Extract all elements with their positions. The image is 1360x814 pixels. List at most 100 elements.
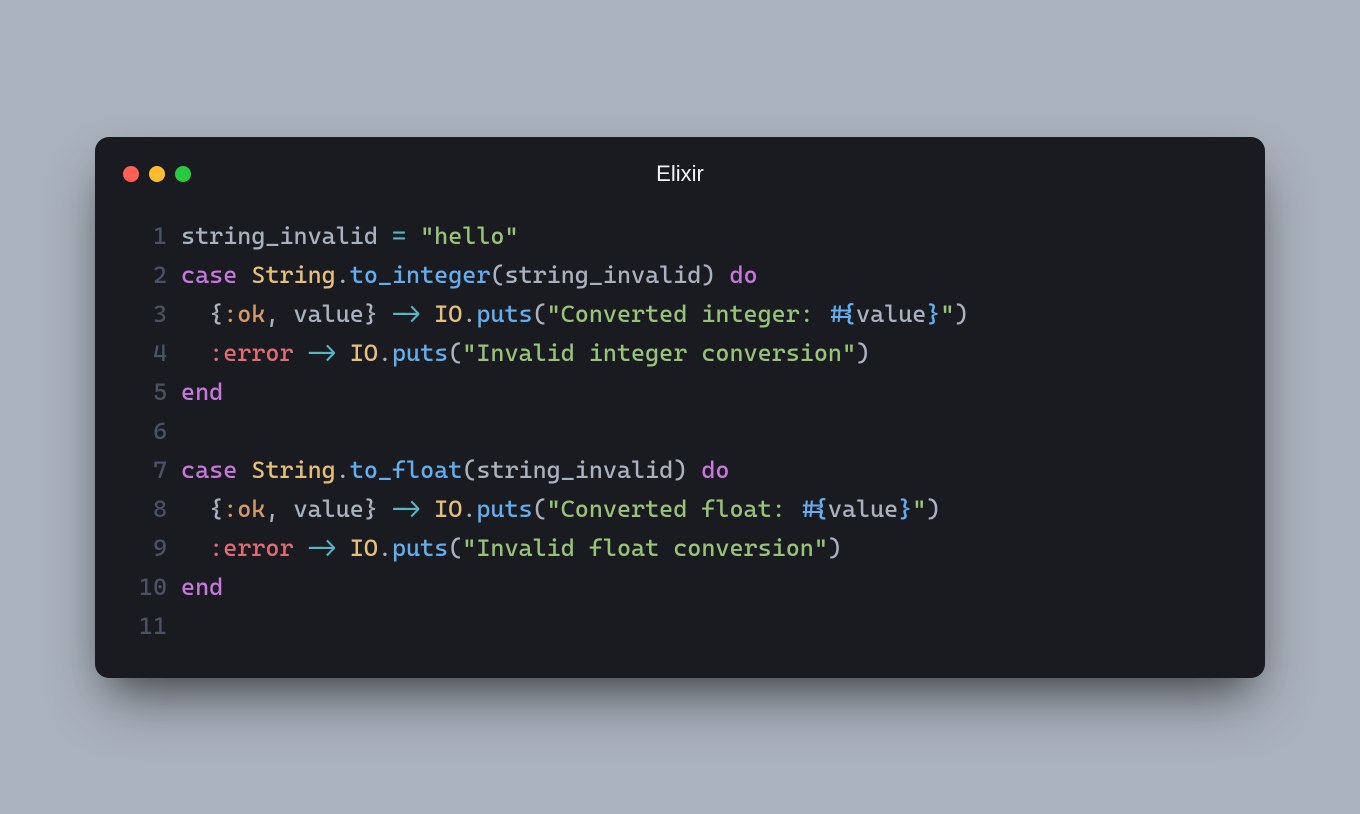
code-token [237,261,251,289]
code-token: value [279,495,363,523]
code-token: case [181,261,237,289]
code-token: IO [434,495,462,523]
code-content[interactable]: end [181,568,223,607]
code-line[interactable]: 11 [123,607,1237,646]
code-token [181,534,209,562]
code-token: do [729,261,757,289]
code-token: IO [434,300,462,328]
code-token [181,495,209,523]
code-token: value [279,300,363,328]
code-line[interactable]: 7 case String.to_float(string_invalid) do [123,451,1237,490]
code-token [181,339,209,367]
code-line[interactable]: 4 :error -> IO.puts("Invalid integer con… [123,334,1237,373]
code-token: to_integer [350,261,491,289]
code-token [237,456,251,484]
code-token: { [209,300,223,328]
code-content[interactable]: :error -> IO.puts("Invalid integer conve… [181,334,870,373]
code-token: . [336,456,350,484]
code-token: . [462,495,476,523]
code-token: } [898,495,912,523]
code-token: { [209,495,223,523]
code-token: String [251,261,335,289]
code-line[interactable]: 1 string_invalid = "hello" [123,217,1237,256]
code-token: #{ [828,300,856,328]
code-token: -> [308,339,336,367]
window-title: Elixir [123,161,1237,187]
line-number: 9 [123,529,167,568]
code-line[interactable]: 8 {:ok, value} -> IO.puts("Converted flo… [123,490,1237,529]
code-token: do [701,456,729,484]
code-token: string_invalid [504,261,701,289]
code-token: to_float [350,456,463,484]
code-token: ) [701,261,715,289]
code-token [336,339,350,367]
code-token [715,261,729,289]
code-content[interactable]: {:ok, value} -> IO.puts("Converted float… [181,490,940,529]
traffic-lights [123,166,191,182]
code-token: "hello" [420,222,518,250]
code-content[interactable]: string_invalid = "hello" [181,217,519,256]
code-token [406,222,420,250]
code-token: case [181,456,237,484]
code-token: -> [392,300,420,328]
close-icon[interactable] [123,166,139,182]
code-token: -> [308,534,336,562]
line-number: 2 [123,256,167,295]
code-token [294,339,308,367]
code-token [181,300,209,328]
code-token [378,495,392,523]
line-number: 11 [123,607,167,646]
line-number: 7 [123,451,167,490]
code-window: Elixir 1 string_invalid = "hello" 2 case St… [95,137,1265,678]
code-token: :ok [223,300,265,328]
code-line[interactable]: 5end [123,373,1237,412]
line-number: 8 [123,490,167,529]
line-number: 3 [123,295,167,334]
line-number: 1 [123,217,167,256]
code-editor[interactable]: 1string_invalid = "hello"2case String.to… [123,217,1237,646]
code-token: "Invalid float conversion" [462,534,828,562]
zoom-icon[interactable] [175,166,191,182]
code-token: } [926,300,940,328]
code-token: string_invalid [476,456,673,484]
code-line[interactable]: 3 {:ok, value} -> IO.puts("Converted int… [123,295,1237,334]
code-token: = [392,222,406,250]
code-token: ) [926,495,940,523]
code-token: :error [209,534,293,562]
code-line[interactable]: 9 :error -> IO.puts("Invalid float conve… [123,529,1237,568]
code-token: ) [856,339,870,367]
code-token: "Converted float: [547,495,800,523]
code-token: ) [954,300,968,328]
code-token: ( [533,495,547,523]
code-token: " [940,300,954,328]
code-line[interactable]: 6 [123,412,1237,451]
code-token: " [912,495,926,523]
code-content[interactable]: case String.to_float(string_invalid) do [181,451,729,490]
code-token: puts [476,495,532,523]
code-token: end [181,378,223,406]
code-token: :error [209,339,293,367]
line-number: 10 [123,568,167,607]
code-token: . [378,339,392,367]
code-token: String [251,456,335,484]
code-token [294,534,308,562]
code-content[interactable]: :error -> IO.puts("Invalid float convers… [181,529,842,568]
code-token: "Invalid integer conversion" [462,339,856,367]
code-line[interactable]: 10 end [123,568,1237,607]
code-token: . [336,261,350,289]
code-token: :ok [223,495,265,523]
code-token: ( [448,534,462,562]
code-token: } [364,495,378,523]
code-token: ) [828,534,842,562]
code-line[interactable]: 2 case String.to_integer(string_invalid) … [123,256,1237,295]
code-token: , [265,495,279,523]
code-content[interactable]: {:ok, value} -> IO.puts("Converted integ… [181,295,969,334]
code-content[interactable]: end [181,373,223,412]
code-token [420,300,434,328]
code-token: string_invalid [181,222,392,250]
code-content[interactable]: case String.to_integer(string_invalid) d… [181,256,758,295]
title-bar: Elixir [123,159,1237,189]
code-token: puts [392,339,448,367]
minimize-icon[interactable] [149,166,165,182]
code-token [336,534,350,562]
